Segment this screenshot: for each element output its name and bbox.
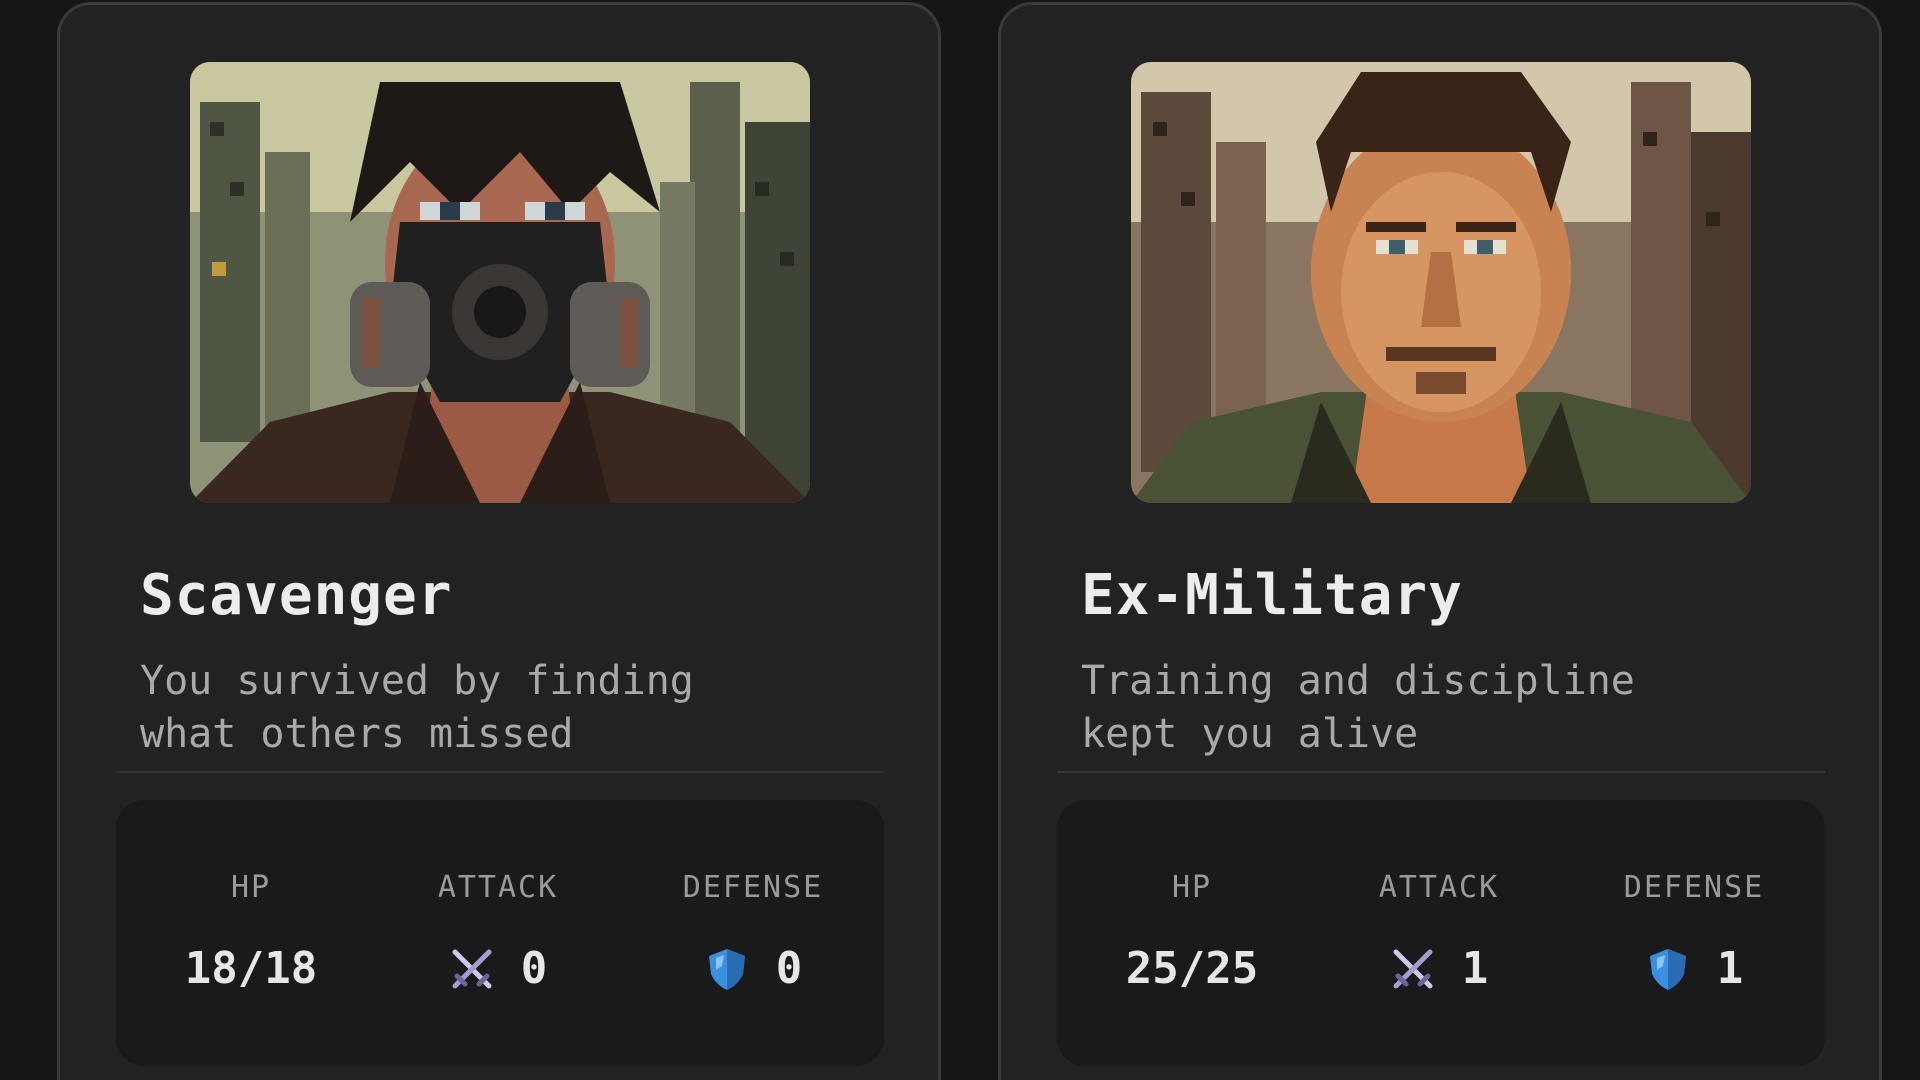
crossed-swords-icon <box>1390 946 1436 992</box>
character-card-ex-military[interactable]: Ex-Military Training and discipline kept… <box>998 2 1882 1080</box>
divider <box>1057 771 1825 773</box>
defense-value: 0 <box>775 943 803 994</box>
hp-value: 25/25 <box>1125 943 1259 994</box>
ex-military-portrait <box>1131 62 1751 503</box>
stats-panel: HP 25/25 ATTACK 1 DEFENSE 1 <box>1057 800 1825 1066</box>
character-name: Ex-Military <box>1081 563 1463 628</box>
attack-value: 1 <box>1461 943 1489 994</box>
scavenger-portrait <box>190 62 810 503</box>
shield-icon <box>1645 946 1691 992</box>
defense-label: DEFENSE <box>682 870 824 905</box>
attack-stat: ATTACK 1 <box>1309 870 1569 994</box>
attack-stat: ATTACK 0 <box>368 870 628 994</box>
character-description: Training and discipline kept you alive <box>1081 658 1635 757</box>
defense-stat: DEFENSE 1 <box>1564 870 1824 994</box>
hp-stat: HP 25/25 <box>1062 870 1322 994</box>
character-description: You survived by finding what others miss… <box>140 658 694 757</box>
crossed-swords-icon <box>449 946 495 992</box>
character-name: Scavenger <box>140 563 453 628</box>
attack-label: ATTACK <box>1378 870 1500 905</box>
defense-label: DEFENSE <box>1623 870 1765 905</box>
character-select-screen: Scavenger You survived by finding what o… <box>0 0 1920 1080</box>
shield-icon <box>704 946 750 992</box>
hp-label: HP <box>1171 870 1213 905</box>
attack-label: ATTACK <box>437 870 559 905</box>
hp-stat: HP 18/18 <box>121 870 381 994</box>
stats-panel: HP 18/18 ATTACK 0 DEFENSE 0 <box>116 800 884 1066</box>
divider <box>116 771 884 773</box>
defense-value: 1 <box>1716 943 1744 994</box>
character-card-scavenger[interactable]: Scavenger You survived by finding what o… <box>57 2 941 1080</box>
hp-value: 18/18 <box>184 943 318 994</box>
attack-value: 0 <box>520 943 548 994</box>
hp-label: HP <box>230 870 272 905</box>
defense-stat: DEFENSE 0 <box>623 870 883 994</box>
